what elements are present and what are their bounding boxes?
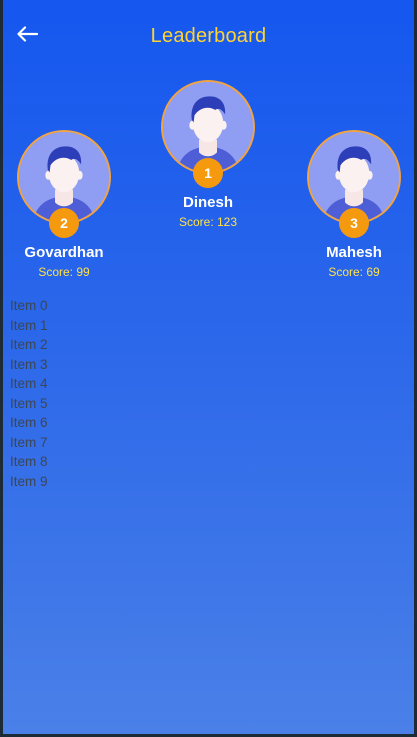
- leaderboard-list: Item 0 Item 1 Item 2 Item 3 Item 4 Item …: [10, 296, 48, 491]
- player-score: Score: 99: [38, 265, 90, 279]
- rank-badge: 3: [339, 208, 369, 238]
- podium-third[interactable]: 3 Mahesh Score: 69: [294, 130, 414, 279]
- list-item[interactable]: Item 2: [10, 335, 48, 355]
- player-name: Govardhan: [24, 244, 104, 261]
- app-bar: Leaderboard: [3, 0, 414, 72]
- player-score: Score: 123: [178, 215, 238, 229]
- list-item[interactable]: Item 0: [10, 296, 48, 316]
- list-item[interactable]: Item 5: [10, 394, 48, 414]
- list-item[interactable]: Item 9: [10, 472, 48, 492]
- avatar-wrap: 3: [307, 130, 401, 238]
- page-title: Leaderboard: [150, 25, 267, 47]
- leaderboard-screen: Leaderboard 1 Dinesh Score: 123 2 Govard…: [3, 0, 414, 734]
- avatar-wrap: 1: [161, 80, 255, 188]
- list-item[interactable]: Item 4: [10, 374, 48, 394]
- list-item[interactable]: Item 6: [10, 413, 48, 433]
- rank-badge: 1: [193, 158, 223, 188]
- podium-first[interactable]: 1 Dinesh Score: 123: [148, 80, 268, 229]
- list-item[interactable]: Item 7: [10, 433, 48, 453]
- player-score: Score: 69: [328, 265, 380, 279]
- avatar-wrap: 2: [17, 130, 111, 238]
- podium-second[interactable]: 2 Govardhan Score: 99: [4, 130, 124, 279]
- player-name: Mahesh: [326, 244, 382, 261]
- list-item[interactable]: Item 1: [10, 316, 48, 336]
- player-name: Dinesh: [182, 194, 233, 211]
- list-item[interactable]: Item 3: [10, 355, 48, 375]
- rank-badge: 2: [49, 208, 79, 238]
- list-item[interactable]: Item 8: [10, 452, 48, 472]
